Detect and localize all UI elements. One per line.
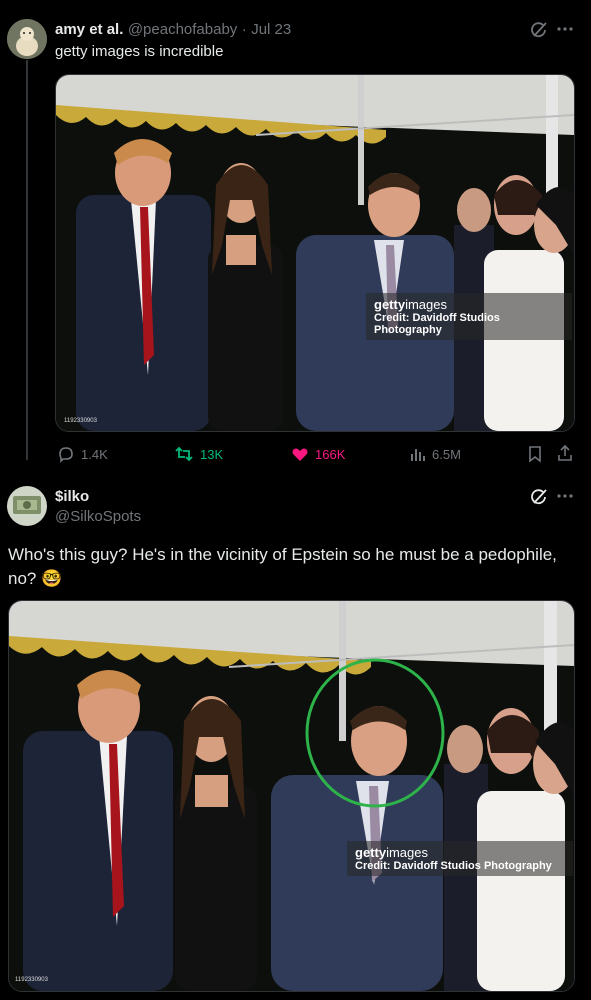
more-icon[interactable] <box>556 20 574 43</box>
avatar-image <box>7 19 47 59</box>
tweet-text-line-2-text: no? <box>8 569 37 588</box>
like-icon <box>292 448 308 461</box>
watermark-brand: gettyimages <box>355 845 428 860</box>
photo-scene <box>9 601 574 991</box>
separator: · <box>241 21 247 38</box>
more-icon[interactable] <box>556 487 574 510</box>
repost-button[interactable]: 13K <box>174 445 223 463</box>
share-icon[interactable] <box>556 444 574 467</box>
display-name[interactable]: amy et al. <box>55 21 123 38</box>
tweet-photo[interactable]: gettyimages Credit: Davidoff Studios Pho… <box>55 74 575 432</box>
repost-count: 13K <box>200 446 224 462</box>
tweet-text-line-2: no? 🤓 <box>8 567 583 591</box>
tweet-header: amy et al. @peachofababy · Jul 23 <box>55 21 291 39</box>
grok-icon[interactable] <box>530 21 548 44</box>
handle[interactable]: @peachofababy <box>128 21 237 38</box>
tweet-text-line-1: Who's this guy? He's in the vicinity of … <box>8 545 557 564</box>
watermark-brand: gettyimages <box>374 297 447 312</box>
like-button[interactable]: 166K <box>291 445 345 463</box>
avatar[interactable] <box>7 486 47 526</box>
views-count: 6.5M <box>432 446 461 462</box>
nerd-emoji: 🤓 <box>41 569 63 588</box>
reply-icon <box>59 447 73 463</box>
avatar-image <box>7 486 47 526</box>
thread-line <box>26 60 28 460</box>
photo-id: 1192330903 <box>64 418 97 424</box>
reply-count: 1.4K <box>81 446 108 462</box>
tweet-text: Who's this guy? He's in the vicinity of … <box>8 543 583 591</box>
views-button[interactable]: 6.5M <box>408 445 461 463</box>
display-name[interactable]: $ilko <box>55 488 89 505</box>
photo-scene <box>56 75 574 431</box>
tweet-text: getty images is incredible <box>55 43 224 60</box>
repost-icon <box>175 446 193 462</box>
getty-watermark: gettyimages Credit: Davidoff Studios Pho… <box>366 293 572 340</box>
bookmark-icon[interactable] <box>527 445 543 468</box>
timestamp[interactable]: Jul 23 <box>251 21 291 38</box>
like-count: 166K <box>315 446 346 462</box>
watermark-credit: Credit: Davidoff Studios Photography <box>374 312 500 336</box>
photo-id: 1192330903 <box>15 977 48 983</box>
views-icon <box>411 449 425 461</box>
grok-icon[interactable] <box>530 488 548 511</box>
reply-button[interactable]: 1.4K <box>57 445 108 463</box>
tweet-photo[interactable]: gettyimages Credit: Davidoff Studios Pho… <box>8 600 575 992</box>
getty-watermark: gettyimages Credit: Davidoff Studios Pho… <box>347 841 573 876</box>
handle[interactable]: @SilkoSpots <box>55 508 141 525</box>
watermark-credit: Credit: Davidoff Studios Photography <box>355 860 552 872</box>
avatar[interactable] <box>7 19 47 59</box>
